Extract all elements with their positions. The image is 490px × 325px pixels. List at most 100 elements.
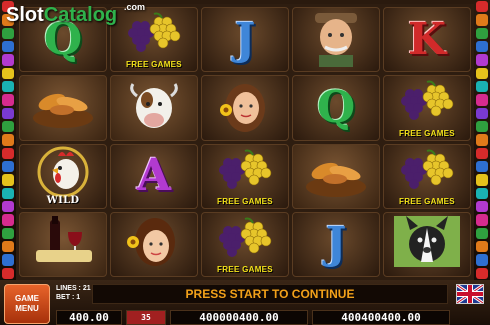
logo-brand-b: Catalog — [43, 4, 118, 26]
payline-marker[interactable] — [476, 40, 488, 53]
grapes-icon — [210, 149, 280, 204]
free-games-label: FREE GAMES — [399, 128, 455, 138]
reel-symbol-q: Q — [292, 75, 380, 141]
payline-marker[interactable] — [2, 267, 14, 279]
logo-brand-a: Slot — [6, 4, 44, 26]
woman-icon — [210, 78, 280, 138]
payline-marker[interactable] — [476, 94, 488, 106]
letter-a: A — [136, 150, 172, 202]
grapes-icon — [392, 149, 462, 204]
payline-marker[interactable] — [476, 187, 488, 199]
letter-k: K — [407, 13, 447, 65]
menu-label-1: GAME — [15, 294, 39, 303]
payline-marker[interactable] — [2, 147, 14, 159]
game-menu-button[interactable]: GAME MENU — [4, 284, 50, 324]
letter-q: Q — [316, 81, 356, 133]
payline-marker[interactable] — [476, 134, 488, 146]
payline-marker[interactable] — [476, 27, 488, 39]
payline-marker[interactable] — [2, 27, 14, 39]
reel-symbol-j: J — [201, 7, 289, 73]
farmer-icon — [301, 8, 371, 71]
payline-marker[interactable] — [476, 174, 488, 186]
payline-marker[interactable] — [2, 107, 14, 119]
wild-label: WILD — [46, 194, 80, 206]
reel-symbol-j: J — [292, 211, 380, 277]
free-games-label: FREE GAMES — [126, 60, 182, 70]
payline-marker[interactable] — [2, 80, 14, 93]
payline-marker[interactable] — [476, 227, 488, 239]
reel-symbol-wine — [19, 211, 107, 277]
payline-marker[interactable] — [2, 240, 14, 253]
reel-symbol-girl — [110, 211, 198, 277]
reel-symbol-k: K — [383, 7, 471, 73]
payline-marker[interactable] — [2, 67, 14, 79]
reel-symbol-grapes: FREE GAMES — [201, 211, 289, 277]
reel-symbol-dog — [383, 211, 471, 277]
payline-marker[interactable] — [2, 134, 14, 146]
payline-marker[interactable] — [476, 67, 488, 79]
girl-icon — [119, 214, 189, 274]
payline-marker[interactable] — [476, 54, 488, 66]
free-games-label: FREE GAMES — [217, 196, 273, 206]
reel-symbol-grapes: FREE GAMES — [383, 143, 471, 209]
reel-symbol-bread — [292, 143, 380, 209]
reel-symbol-rooster: WILD — [19, 143, 107, 209]
reel-symbol-woman — [201, 75, 289, 141]
letter-j: J — [325, 218, 347, 270]
payline-marker[interactable] — [2, 214, 14, 226]
payline-marker[interactable] — [2, 120, 14, 133]
right-paylines — [474, 0, 490, 280]
payline-marker[interactable] — [476, 80, 488, 93]
menu-label-2: MENU — [15, 304, 39, 313]
payline-marker[interactable] — [476, 1, 488, 13]
reel-symbol-grapes: FREE GAMES — [201, 143, 289, 209]
payline-marker[interactable] — [476, 240, 488, 253]
reel-symbol-cow — [110, 75, 198, 141]
payline-marker[interactable] — [476, 214, 488, 226]
cow-icon — [119, 78, 189, 138]
payline-marker[interactable] — [2, 94, 14, 106]
status-message: PRESS START TO CONTINUE — [92, 284, 448, 304]
grapes-icon — [210, 217, 280, 272]
flag-svg — [456, 283, 484, 305]
uk-flag-icon[interactable] — [456, 283, 484, 305]
letter-j: J — [234, 13, 256, 65]
payline-marker[interactable] — [2, 54, 14, 66]
payline-marker[interactable] — [2, 254, 14, 266]
payline-marker[interactable] — [476, 254, 488, 266]
dog-icon — [392, 214, 462, 274]
lines-label: LINES : 21 — [56, 285, 91, 292]
logo-tld: .com — [124, 2, 146, 12]
payline-marker[interactable] — [476, 160, 488, 173]
payline-marker[interactable] — [2, 187, 14, 199]
free-games-label: FREE GAMES — [399, 196, 455, 206]
reel-symbol-grapes: FREE GAMES — [383, 75, 471, 141]
payline-marker[interactable] — [476, 200, 488, 213]
payline-marker[interactable] — [476, 267, 488, 279]
bread-icon — [28, 80, 98, 135]
payline-marker[interactable] — [2, 200, 14, 213]
payline-marker[interactable] — [2, 174, 14, 186]
payline-marker[interactable] — [476, 120, 488, 133]
reel-grid: Q FREE GAMES J K Q FREE GAMES WILD A FREE GAMES F… — [16, 4, 474, 280]
grapes-icon — [119, 12, 189, 67]
control-panel: GAME MENU LINES : 21 BET : 1 PRESS START… — [0, 280, 490, 325]
bread-icon — [301, 149, 371, 204]
grapes-icon — [392, 80, 462, 135]
payline-marker[interactable] — [476, 107, 488, 119]
free-games-label: FREE GAMES — [217, 265, 273, 274]
bet-label: BET : 1 — [56, 294, 81, 301]
payline-marker[interactable] — [476, 147, 488, 159]
reel-symbol-grapes: FREE GAMES — [110, 7, 198, 73]
slotcatalog-logo: SlotCatalog .com — [6, 2, 145, 27]
payline-marker[interactable] — [476, 14, 488, 26]
payline-marker[interactable] — [2, 40, 14, 53]
reel-symbol-a: A — [110, 143, 198, 209]
bet-info: LINES : 21 BET : 1 — [56, 284, 91, 302]
left-paylines — [0, 0, 16, 280]
reel-symbol-bread — [19, 75, 107, 141]
payline-marker[interactable] — [2, 227, 14, 239]
reel-symbol-farmer — [292, 7, 380, 73]
wine-icon — [28, 214, 98, 274]
payline-marker[interactable] — [2, 160, 14, 173]
